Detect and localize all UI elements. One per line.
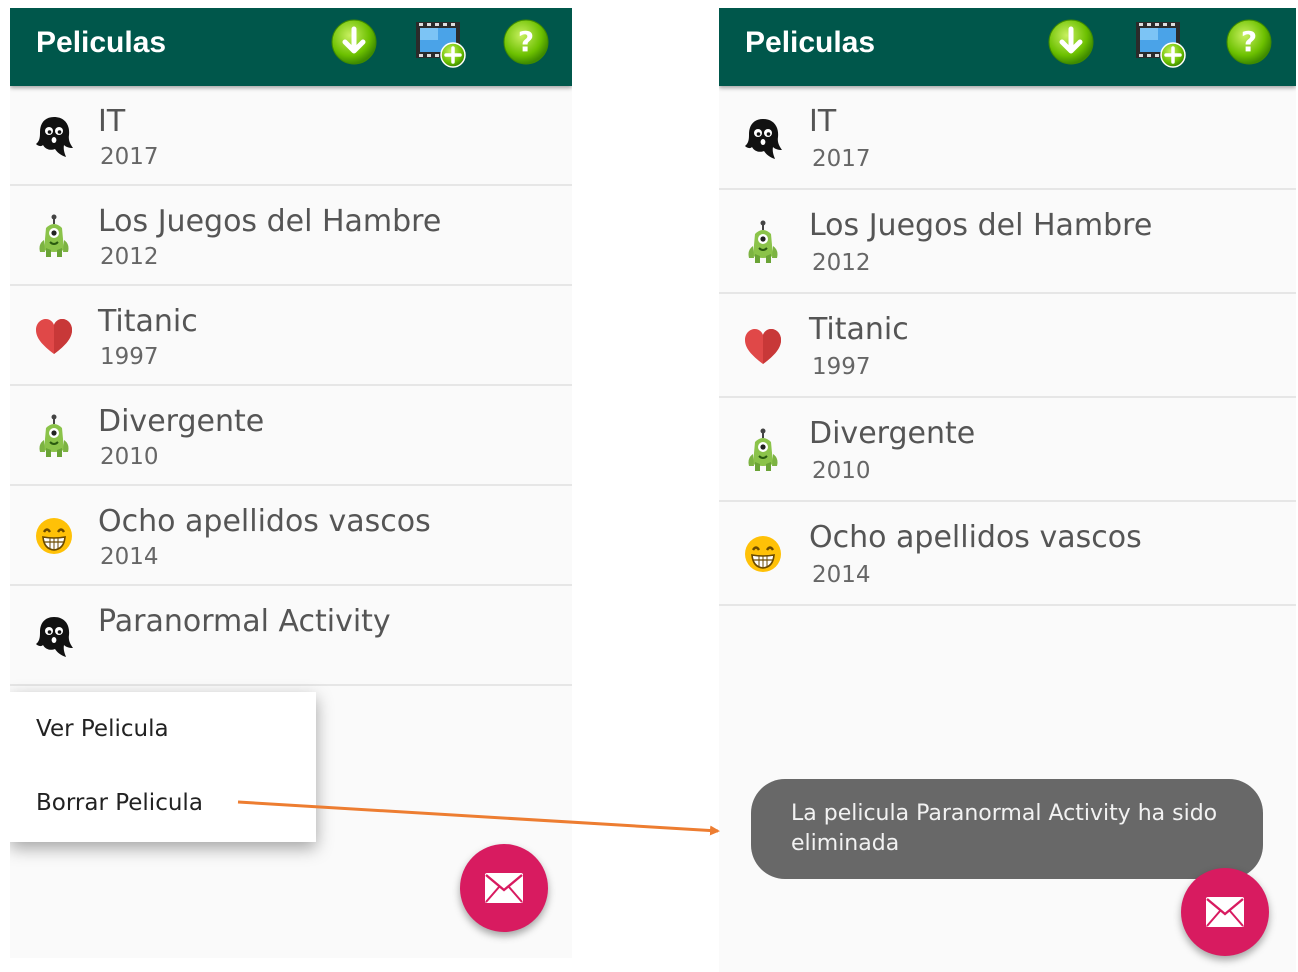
menu-item-ver-pelicula[interactable]: Ver Pelicula <box>36 716 169 742</box>
alien-icon <box>743 220 783 264</box>
laughing-face-icon <box>743 532 783 576</box>
laughing-face-icon <box>34 514 74 558</box>
movie-title: Divergente <box>809 416 976 451</box>
movie-title: Divergente <box>98 404 265 439</box>
add-movie-icon[interactable] <box>1134 16 1186 68</box>
movie-year: 2017 <box>100 144 159 170</box>
movie-row-hunger-games[interactable]: Los Juegos del Hambre 2012 <box>719 190 1296 294</box>
movie-year: 2017 <box>812 146 871 172</box>
movie-year: 2010 <box>100 444 159 470</box>
movie-year: 1997 <box>812 354 871 380</box>
movie-row-paranormal[interactable]: Paranormal Activity <box>10 586 572 686</box>
email-fab-button[interactable] <box>1181 868 1269 956</box>
help-icon[interactable]: ? <box>502 18 550 66</box>
movie-title: Titanic <box>809 312 909 347</box>
movie-title: IT <box>98 104 126 139</box>
alien-icon <box>34 214 74 258</box>
heart-icon <box>743 324 783 368</box>
movie-row-titanic[interactable]: Titanic 1997 <box>10 286 572 386</box>
movie-year: 2012 <box>100 244 159 270</box>
movie-row-it[interactable]: IT 2017 <box>719 86 1296 190</box>
email-fab-button[interactable] <box>460 844 548 932</box>
movie-row-hunger-games[interactable]: Los Juegos del Hambre 2012 <box>10 186 572 286</box>
alien-icon <box>743 428 783 472</box>
app-bar: Peliculas ? <box>10 8 572 86</box>
movie-year: 1997 <box>100 344 159 370</box>
movie-title: Los Juegos del Hambre <box>98 204 442 239</box>
ghost-icon <box>743 116 783 160</box>
ghost-icon <box>34 614 74 658</box>
envelope-icon <box>485 873 523 903</box>
movie-row-ocho-apellidos[interactable]: Ocho apellidos vascos 2014 <box>719 502 1296 606</box>
movie-title: IT <box>809 104 837 139</box>
app-bar: Peliculas ? <box>719 8 1296 86</box>
movie-title: Paranormal Activity <box>98 604 391 639</box>
movie-title: Ocho apellidos vascos <box>98 504 431 539</box>
movie-title: Los Juegos del Hambre <box>809 208 1153 243</box>
movie-year: 2010 <box>812 458 871 484</box>
movie-title: Ocho apellidos vascos <box>809 520 1142 555</box>
app-title: Peliculas <box>36 26 167 59</box>
help-icon[interactable]: ? <box>1225 18 1273 66</box>
download-icon[interactable] <box>1047 18 1095 66</box>
movie-row-it[interactable]: IT 2017 <box>10 86 572 186</box>
movie-row-divergente[interactable]: Divergente 2010 <box>719 398 1296 502</box>
ghost-icon <box>34 114 74 158</box>
svg-text:?: ? <box>518 25 534 58</box>
movie-list: IT 2017 Los Juegos del Hambre 2012 Titan… <box>10 86 572 686</box>
heart-icon <box>34 314 74 358</box>
menu-item-borrar-pelicula[interactable]: Borrar Pelicula <box>36 790 203 816</box>
movie-title: Titanic <box>98 304 198 339</box>
svg-text:?: ? <box>1241 25 1257 58</box>
download-icon[interactable] <box>330 18 378 66</box>
movie-year: 2012 <box>812 250 871 276</box>
movie-row-titanic[interactable]: Titanic 1997 <box>719 294 1296 398</box>
movie-row-divergente[interactable]: Divergente 2010 <box>10 386 572 486</box>
context-menu: Ver Pelicula Borrar Pelicula <box>10 692 316 842</box>
app-title: Peliculas <box>745 26 876 59</box>
screen-before: Peliculas ? IT 2017 Los Juegos del Hambr <box>10 8 572 958</box>
envelope-icon <box>1206 897 1244 927</box>
alien-icon <box>34 414 74 458</box>
screen-after: Peliculas ? IT 2017 Los Juegos del Hambr <box>719 8 1296 972</box>
movie-year: 2014 <box>812 562 871 588</box>
movie-list: IT 2017 Los Juegos del Hambre 2012 Titan… <box>719 86 1296 606</box>
movie-year: 2014 <box>100 544 159 570</box>
movie-row-ocho-apellidos[interactable]: Ocho apellidos vascos 2014 <box>10 486 572 586</box>
toast-message: La pelicula Paranormal Activity ha sido … <box>751 779 1263 879</box>
add-movie-icon[interactable] <box>414 16 466 68</box>
